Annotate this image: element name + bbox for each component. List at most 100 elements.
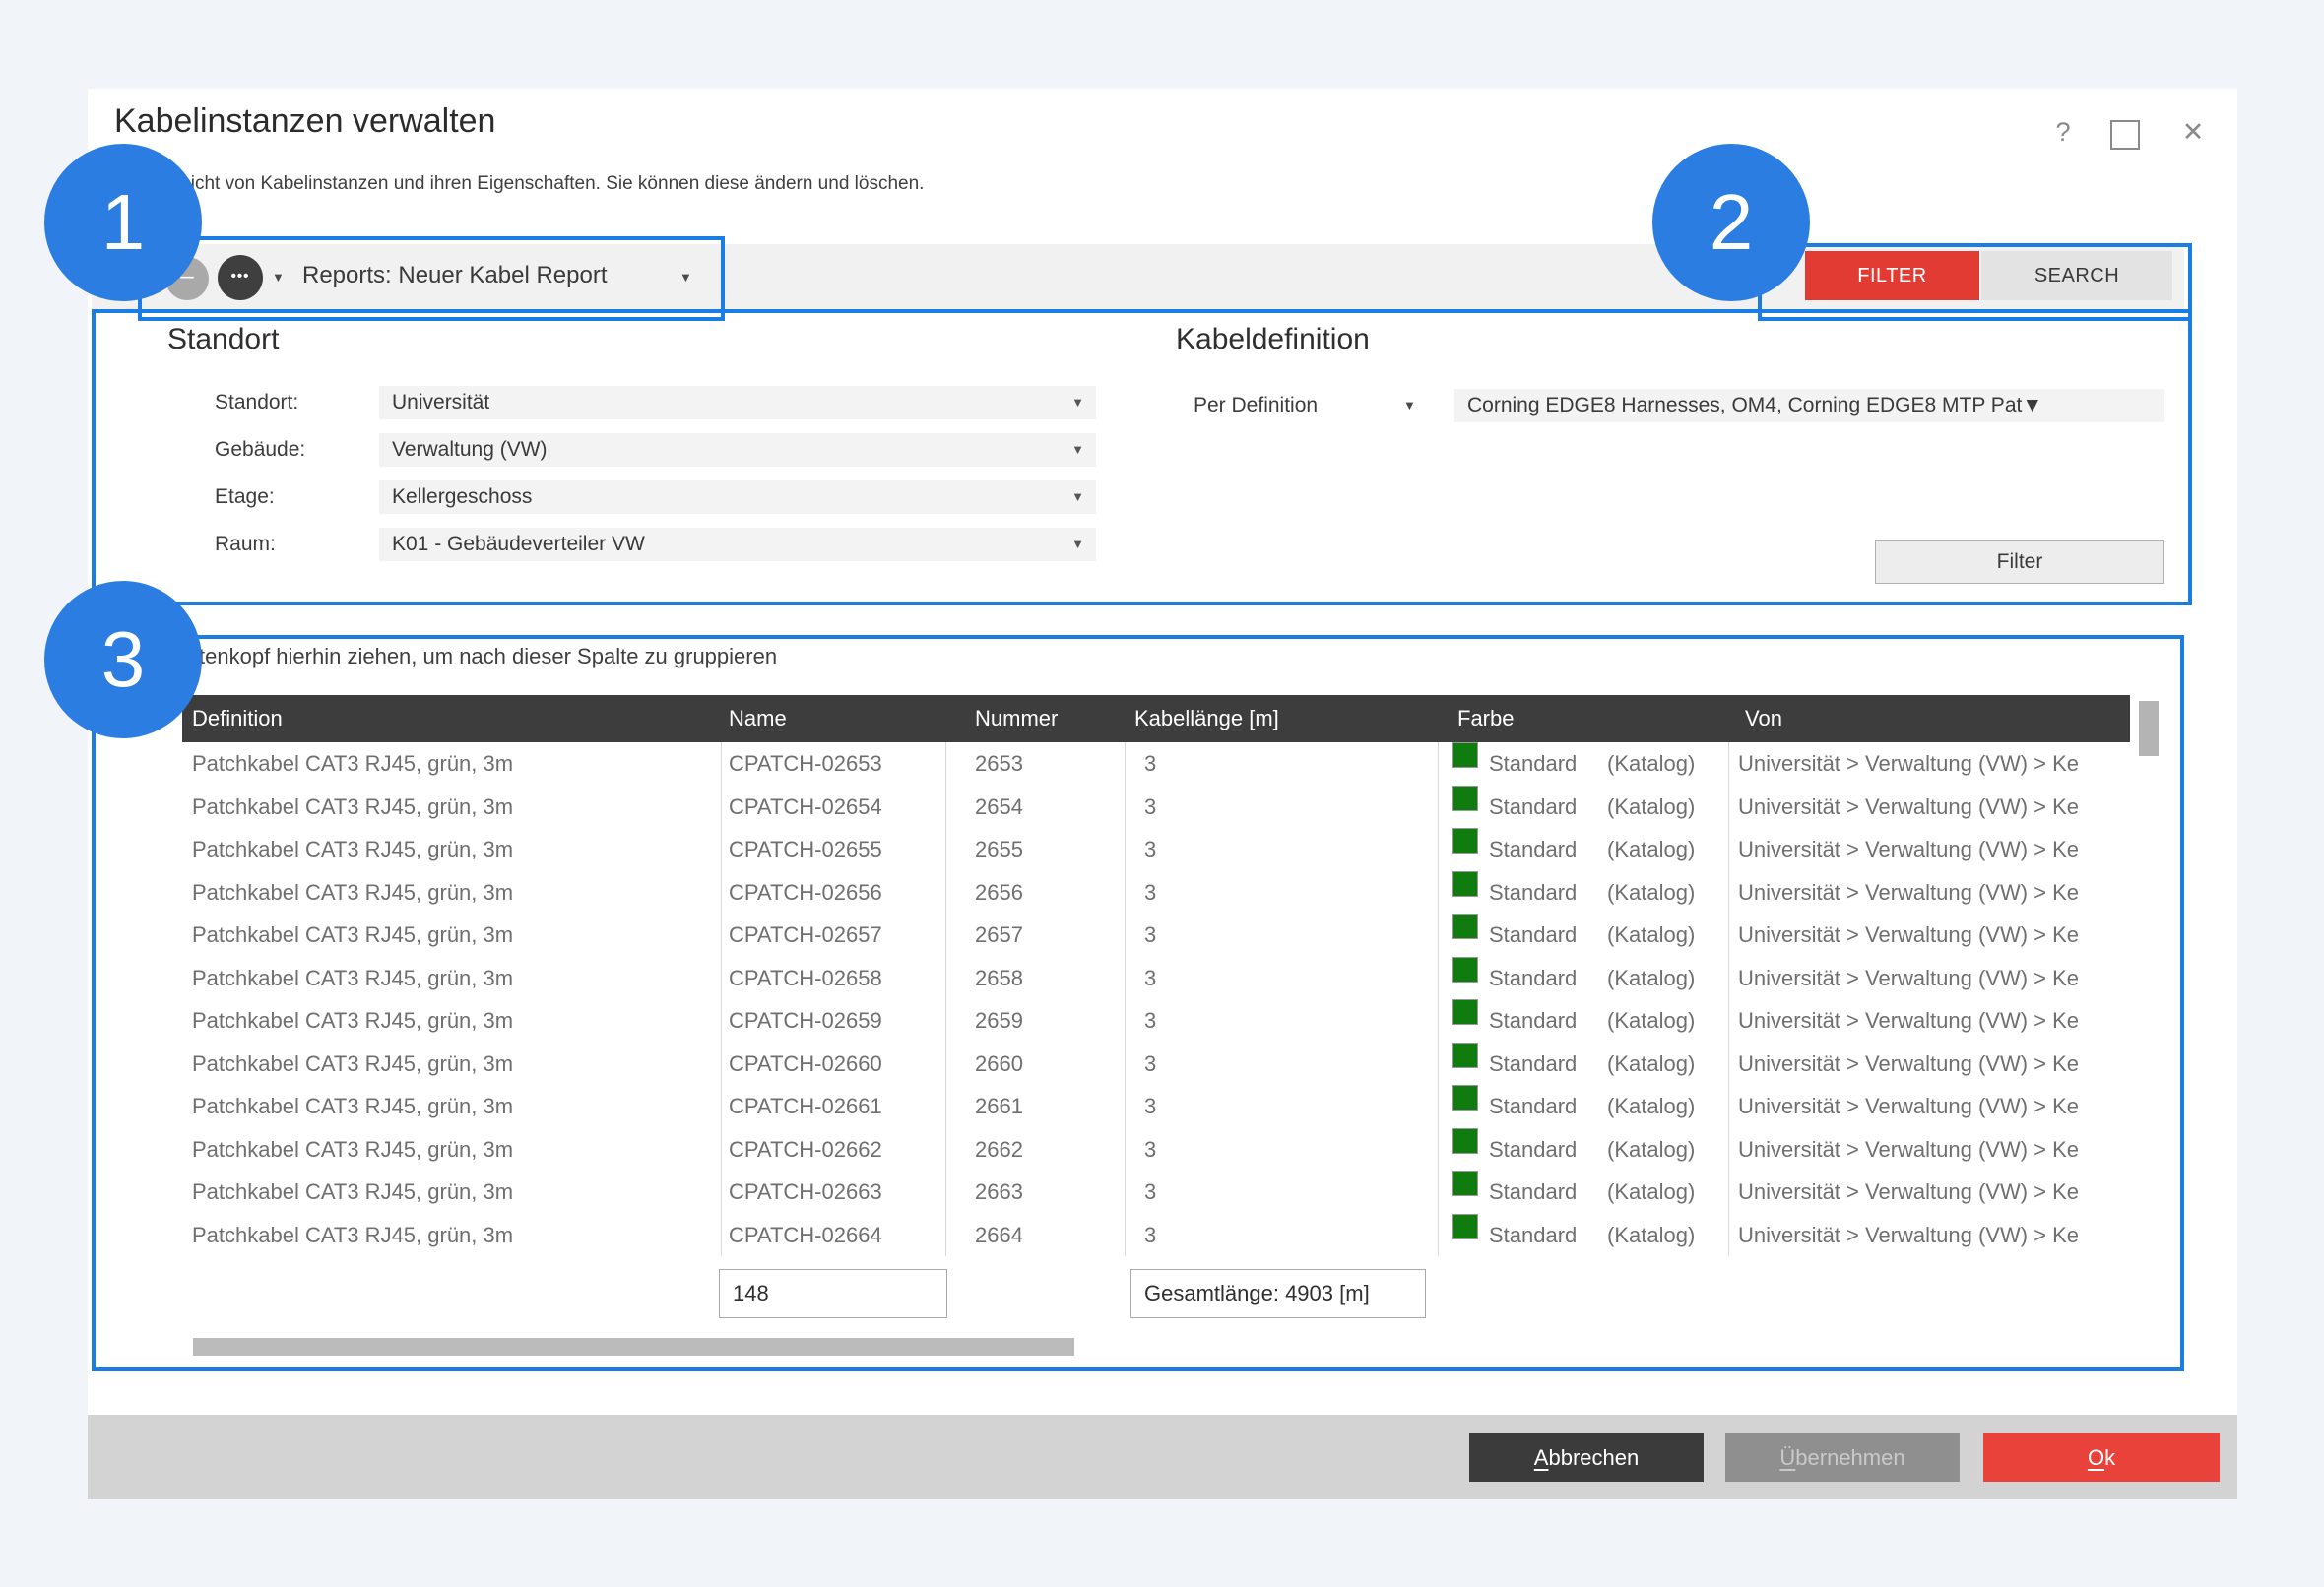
standort-select[interactable]: Universität▼ xyxy=(379,386,1096,419)
cell-farbe-katalog: (Katalog) xyxy=(1607,999,1695,1043)
cell-name: CPATCH-02656 xyxy=(729,871,882,915)
cell-definition: Patchkabel CAT3 RJ45, grün, 3m xyxy=(192,957,513,1000)
column-header-name[interactable]: Name xyxy=(729,695,787,742)
tab-filter[interactable]: FILTER xyxy=(1805,251,1979,300)
table-row[interactable]: Patchkabel CAT3 RJ45, grün, 3mCPATCH-026… xyxy=(148,742,2130,786)
cell-kabellaenge: 3 xyxy=(1144,914,1156,957)
cell-von: Universität > Verwaltung (VW) > Ke xyxy=(1738,999,2079,1043)
color-swatch xyxy=(1452,1043,1478,1068)
abbrechen-button[interactable]: Abbrechen xyxy=(1469,1433,1704,1482)
cell-von: Universität > Verwaltung (VW) > Ke xyxy=(1738,871,2079,915)
table-row[interactable]: Patchkabel CAT3 RJ45, grün, 3m CPATCH-026… xyxy=(148,957,2130,1000)
cell-nummer: 2658 xyxy=(975,957,1023,1000)
reports-caret-icon[interactable]: ▼ xyxy=(679,270,692,285)
column-header-kabellaenge[interactable]: Kabellänge [m] xyxy=(1134,695,1279,742)
per-definition-dropdown[interactable]: Per Definition xyxy=(1194,389,1318,422)
per-definition-caret-icon[interactable]: ▼ xyxy=(1403,398,1416,413)
color-swatch xyxy=(1452,1171,1478,1196)
color-swatch xyxy=(1452,1214,1478,1239)
ok-button[interactable]: Ok xyxy=(1983,1433,2220,1482)
filter-button[interactable]: Filter xyxy=(1875,540,2164,584)
cell-farbe-katalog: (Katalog) xyxy=(1607,1214,1695,1257)
column-header-nummer[interactable]: Nummer xyxy=(975,695,1058,742)
cell-definition: Patchkabel CAT3 RJ45, grün, 3m xyxy=(192,871,513,915)
raum-select[interactable]: K01 - Gebäudeverteiler VW▼ xyxy=(379,528,1096,561)
cell-definition: Patchkabel CAT3 RJ45, grün, 3m xyxy=(192,914,513,957)
close-icon[interactable]: ✕ xyxy=(2171,114,2215,150)
cell-farbe: Standard xyxy=(1489,742,1577,786)
cell-nummer: 2661 xyxy=(975,1085,1023,1128)
horizontal-scrollbar-thumb[interactable] xyxy=(193,1338,1074,1356)
cell-farbe: Standard xyxy=(1489,1171,1577,1214)
cell-name: CPATCH-02662 xyxy=(729,1128,882,1172)
table-header: Definition Name Nummer Kabellänge [m] Fa… xyxy=(182,695,2130,742)
cell-farbe: Standard xyxy=(1489,957,1577,1000)
help-icon[interactable]: ? xyxy=(2041,114,2085,150)
report-menu-button[interactable]: ••• xyxy=(218,255,263,300)
cell-name: CPATCH-02658 xyxy=(729,957,882,1000)
reports-dropdown[interactable]: Reports: Neuer Kabel Report xyxy=(302,262,608,289)
cell-farbe: Standard xyxy=(1489,786,1577,829)
table-row[interactable]: Patchkabel CAT3 RJ45, grün, 3mCPATCH-026… xyxy=(148,999,2130,1043)
table-row[interactable]: Patchkabel CAT3 RJ45, grün, 3mCPATCH-026… xyxy=(148,828,2130,871)
cell-nummer: 2653 xyxy=(975,742,1023,786)
group-by-drop-zone[interactable]: Spaltenkopf hierhin ziehen, um nach dies… xyxy=(156,644,777,669)
column-header-von[interactable]: Von xyxy=(1745,695,1782,742)
cell-name: CPATCH-02664 xyxy=(729,1214,882,1257)
cell-name: CPATCH-02654 xyxy=(729,786,882,829)
cell-definition: Patchkabel CAT3 RJ45, grün, 3m xyxy=(192,1085,513,1128)
cell-nummer: 2663 xyxy=(975,1171,1023,1214)
cell-nummer: 2659 xyxy=(975,999,1023,1043)
cell-farbe-katalog: (Katalog) xyxy=(1607,957,1695,1000)
table-row[interactable]: Patchkabel CAT3 RJ45, grün, 3mCPATCH-026… xyxy=(148,1214,2130,1257)
color-swatch xyxy=(1452,871,1478,897)
cell-nummer: 2654 xyxy=(975,786,1023,829)
cell-nummer: 2656 xyxy=(975,871,1023,915)
vertical-scrollbar-thumb[interactable] xyxy=(2139,701,2159,756)
cell-kabellaenge: 3 xyxy=(1144,828,1156,871)
cell-farbe: Standard xyxy=(1489,1128,1577,1172)
cell-farbe-katalog: (Katalog) xyxy=(1607,914,1695,957)
table-row[interactable]: Patchkabel CAT3 RJ45, grün, 3mCPATCH-026… xyxy=(148,914,2130,957)
cell-kabellaenge: 3 xyxy=(1144,742,1156,786)
etage-select[interactable]: Kellergeschoss ▼ xyxy=(379,480,1096,514)
etage-value: Kellergeschoss xyxy=(392,485,532,508)
ellipsis-icon: ••• xyxy=(231,268,250,285)
ok-rest: k xyxy=(2104,1445,2115,1470)
column-header-definition[interactable]: Definition xyxy=(192,695,283,742)
cell-von: Universität > Verwaltung (VW) > Ke xyxy=(1738,914,2079,957)
color-swatch xyxy=(1452,999,1478,1025)
cell-von: Universität > Verwaltung (VW) > Ke xyxy=(1738,742,2079,786)
cell-nummer: 2664 xyxy=(975,1214,1023,1257)
cell-nummer: 2657 xyxy=(975,914,1023,957)
cell-von: Universität > Verwaltung (VW) > Ke xyxy=(1738,786,2079,829)
table-row[interactable]: Patchkabel CAT3 RJ45, grün, 3mCPATCH-026… xyxy=(148,786,2130,829)
cell-nummer: 2655 xyxy=(975,828,1023,871)
gebaeude-select[interactable]: Verwaltung (VW)▼ xyxy=(379,433,1096,467)
cell-farbe-katalog: (Katalog) xyxy=(1607,742,1695,786)
cell-farbe-katalog: (Katalog) xyxy=(1607,828,1695,871)
page-subtitle: Ansicht von Kabelinstanzen und ihren Eig… xyxy=(159,173,924,195)
color-swatch xyxy=(1452,1128,1478,1154)
page-title: Kabelinstanzen verwalten xyxy=(114,102,495,141)
table-row[interactable]: Patchkabel CAT3 RJ45, grün, 3mCPATCH-026… xyxy=(148,1043,2130,1086)
report-menu-caret-icon[interactable]: ▼ xyxy=(272,270,285,285)
column-header-farbe[interactable]: Farbe xyxy=(1457,695,1514,742)
standort-value: Universität xyxy=(392,391,489,413)
color-swatch xyxy=(1452,786,1478,811)
cell-farbe: Standard xyxy=(1489,914,1577,957)
chevron-down-icon: ▼ xyxy=(1071,480,1084,514)
maximize-icon[interactable] xyxy=(2110,120,2140,150)
tab-search[interactable]: SEARCH xyxy=(1981,251,2172,300)
table-row[interactable]: Patchkabel CAT3 RJ45, grün, 3m CPATCH-026… xyxy=(148,871,2130,915)
cell-kabellaenge: 3 xyxy=(1144,871,1156,915)
chevron-down-icon: ▼ xyxy=(2022,394,2042,416)
table-row[interactable]: Patchkabel CAT3 RJ45, grün, 3mCPATCH-026… xyxy=(148,1085,2130,1128)
table-row[interactable]: Patchkabel CAT3 RJ45, grün, 3mCPATCH-026… xyxy=(148,1171,2130,1214)
definition-select[interactable]: Corning EDGE8 Harnesses, OM4, Corning ED… xyxy=(1454,389,2164,422)
table-row[interactable]: Patchkabel CAT3 RJ45, grün, 3mCPATCH-026… xyxy=(148,1128,2130,1172)
cell-farbe-katalog: (Katalog) xyxy=(1607,1171,1695,1214)
cell-name: CPATCH-02659 xyxy=(729,999,882,1043)
cell-definition: Patchkabel CAT3 RJ45, grün, 3m xyxy=(192,1171,513,1214)
cell-kabellaenge: 3 xyxy=(1144,1171,1156,1214)
